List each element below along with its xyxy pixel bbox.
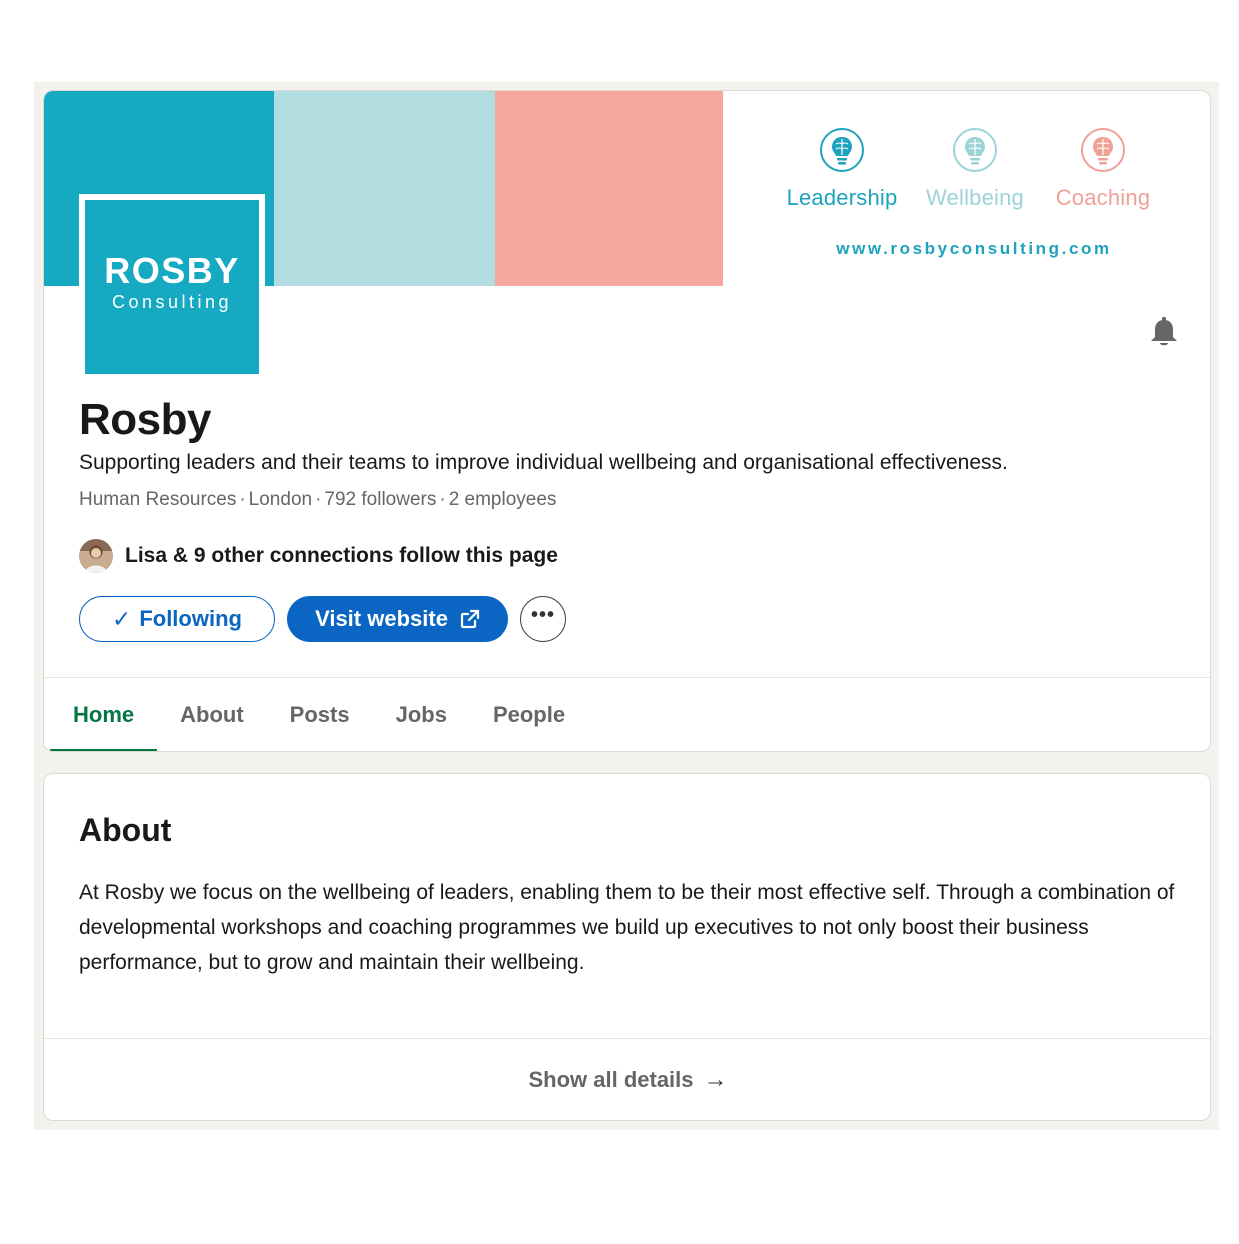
- banner-website-url: www.rosbyconsulting.com: [836, 239, 1112, 258]
- pillar-label: Leadership: [786, 185, 898, 210]
- company-name: Rosby: [79, 395, 211, 444]
- tab-jobs[interactable]: Jobs: [373, 678, 470, 751]
- company-meta: Human Resources · London · 792 followers · 2 e…: [79, 489, 556, 511]
- tab-home[interactable]: Home: [50, 678, 158, 751]
- tab-posts[interactable]: Posts: [267, 678, 373, 751]
- company-profile-card: Leadership Wellbeing Coaching www.rosbyc…: [43, 90, 1211, 752]
- logo-wordmark: ROSBY: [104, 250, 240, 291]
- banner-pillar-leadership: Leadership: [772, 127, 912, 211]
- separator: ·: [315, 489, 322, 510]
- pillar-label: Wellbeing: [925, 185, 1024, 210]
- lightbulb-brain-icon: [1081, 128, 1125, 172]
- ellipsis-icon: •••: [530, 603, 555, 626]
- banner-band-coral: [495, 91, 723, 286]
- more-options-button[interactable]: •••: [520, 596, 566, 642]
- avatar: [79, 539, 113, 573]
- logo-tile: ROSBY Consulting: [85, 200, 259, 374]
- about-heading: About: [79, 812, 172, 848]
- company-tagline: Supporting leaders and their teams to im…: [79, 451, 1008, 474]
- page-frame: Leadership Wellbeing Coaching www.rosbyc…: [34, 82, 1219, 1130]
- following-button[interactable]: ✓ Following: [79, 596, 275, 642]
- bell-icon[interactable]: [1147, 315, 1181, 349]
- pillar-label: Coaching: [1055, 185, 1151, 210]
- banner-pillar-coaching: Coaching: [1033, 127, 1173, 211]
- lightbulb-brain-icon: [953, 128, 997, 172]
- tab-people[interactable]: People: [470, 678, 588, 751]
- arrow-right-icon: →: [703, 1066, 728, 1093]
- show-all-label: Show all details: [528, 1067, 694, 1092]
- following-label: Following: [139, 606, 242, 631]
- connections-follow[interactable]: Lisa & 9 other connections follow this p…: [79, 538, 558, 574]
- separator: ·: [239, 489, 246, 510]
- visit-website-button[interactable]: Visit website: [287, 596, 508, 642]
- about-description: At Rosby we focus on the wellbeing of le…: [79, 881, 1175, 974]
- location: London: [248, 489, 313, 510]
- about-card: About At Rosby we focus on the wellbeing…: [43, 773, 1211, 1121]
- visit-website-label: Visit website: [315, 606, 448, 631]
- lightbulb-brain-icon: [820, 128, 864, 172]
- followers-count[interactable]: 792 followers: [324, 489, 436, 510]
- separator: ·: [439, 489, 446, 510]
- logo-subtitle: Consulting: [111, 292, 233, 312]
- checkmark-icon: ✓: [112, 605, 132, 632]
- show-all-details-button[interactable]: Show all details →: [44, 1039, 1210, 1120]
- external-link-icon: [460, 609, 480, 629]
- company-logo[interactable]: ROSBY Consulting: [79, 194, 265, 374]
- industry: Human Resources: [79, 489, 237, 510]
- banner-band-light-teal: [274, 91, 495, 286]
- employees-count[interactable]: 2 employees: [449, 489, 557, 510]
- banner-pillar-wellbeing: Wellbeing: [905, 127, 1045, 211]
- page-tabs: Home About Posts Jobs People: [50, 678, 588, 751]
- tab-about[interactable]: About: [157, 678, 267, 751]
- connections-text: Lisa & 9 other connections follow this p…: [125, 544, 558, 567]
